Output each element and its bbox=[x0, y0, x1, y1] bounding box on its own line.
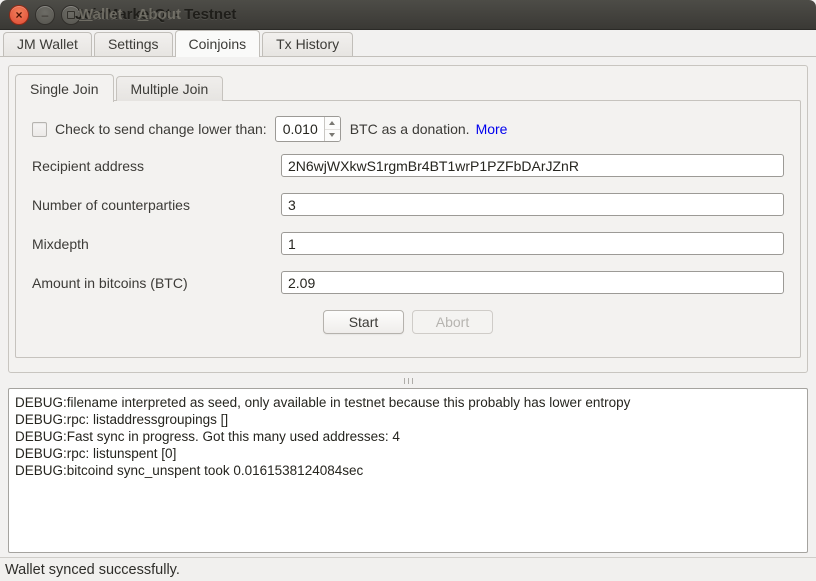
donation-row: Check to send change lower than: BTC as … bbox=[32, 115, 784, 143]
spin-up-icon bbox=[329, 121, 335, 125]
joinmarket-window: × – JoinMarketQt - Testnet Wallet About … bbox=[0, 0, 816, 581]
menu-wallet[interactable]: Wallet bbox=[79, 0, 123, 30]
mixdepth-input[interactable] bbox=[281, 232, 784, 255]
statusbar: Wallet synced successfully. bbox=[0, 557, 816, 581]
donation-more-link[interactable]: More bbox=[476, 121, 508, 137]
donation-amount-input[interactable] bbox=[276, 117, 324, 141]
recipient-address-row: Recipient address bbox=[32, 154, 784, 177]
log-line: DEBUG:rpc: listaddressgroupings [] bbox=[15, 411, 801, 428]
tab-settings[interactable]: Settings bbox=[94, 32, 173, 56]
join-mode-tabbar: Single Join Multiple Join bbox=[15, 74, 807, 101]
menubar: Wallet About bbox=[79, 0, 181, 30]
maximize-square-icon bbox=[67, 11, 75, 19]
tab-single-join[interactable]: Single Join bbox=[15, 74, 114, 102]
window-controls: × – bbox=[9, 5, 81, 25]
abort-button[interactable]: Abort bbox=[412, 310, 493, 334]
tab-coinjoins[interactable]: Coinjoins bbox=[175, 30, 261, 57]
donation-checkbox-label: Check to send change lower than: bbox=[55, 121, 267, 137]
debug-log[interactable]: DEBUG:filename interpreted as seed, only… bbox=[8, 388, 808, 553]
minimize-window-icon[interactable]: – bbox=[35, 5, 55, 25]
single-join-panel: Check to send change lower than: BTC as … bbox=[15, 100, 801, 358]
spin-down-icon bbox=[329, 133, 335, 137]
donation-suffix-label: BTC as a donation. bbox=[350, 121, 470, 137]
log-line: DEBUG:Fast sync in progress. Got this ma… bbox=[15, 428, 801, 445]
tab-tx-history[interactable]: Tx History bbox=[262, 32, 353, 56]
donation-checkbox[interactable] bbox=[32, 122, 47, 137]
spin-buttons bbox=[324, 117, 340, 141]
amount-row: Amount in bitcoins (BTC) bbox=[32, 271, 784, 294]
main-tabbar: JM Wallet Settings Coinjoins Tx History bbox=[0, 30, 816, 57]
tab-jm-wallet[interactable]: JM Wallet bbox=[3, 32, 92, 56]
titlebar[interactable]: × – JoinMarketQt - Testnet Wallet About bbox=[0, 0, 816, 30]
recipient-address-input[interactable] bbox=[281, 154, 784, 177]
counterparties-input[interactable] bbox=[281, 193, 784, 216]
donation-amount-spinbox bbox=[275, 116, 341, 142]
coinjoins-page: Single Join Multiple Join Check to send … bbox=[0, 57, 816, 553]
status-text: Wallet synced successfully. bbox=[5, 562, 180, 578]
mixdepth-row: Mixdepth bbox=[32, 232, 784, 255]
spin-down-button[interactable] bbox=[325, 129, 340, 142]
mixdepth-label: Mixdepth bbox=[32, 236, 281, 252]
recipient-address-label: Recipient address bbox=[32, 158, 281, 174]
amount-label: Amount in bitcoins (BTC) bbox=[32, 275, 281, 291]
action-buttons: Start Abort bbox=[32, 310, 784, 334]
coinjoin-groupbox: Single Join Multiple Join Check to send … bbox=[8, 65, 808, 373]
start-button[interactable]: Start bbox=[323, 310, 404, 334]
splitter-handle[interactable] bbox=[8, 373, 808, 388]
menu-about[interactable]: About bbox=[138, 0, 181, 30]
counterparties-label: Number of counterparties bbox=[32, 197, 281, 213]
close-window-icon[interactable]: × bbox=[9, 5, 29, 25]
counterparties-row: Number of counterparties bbox=[32, 193, 784, 216]
tab-multiple-join[interactable]: Multiple Join bbox=[116, 76, 224, 101]
log-line: DEBUG:bitcoind sync_unspent took 0.01615… bbox=[15, 462, 801, 479]
log-line: DEBUG:filename interpreted as seed, only… bbox=[15, 394, 801, 411]
log-line: DEBUG:rpc: listunspent [0] bbox=[15, 445, 801, 462]
amount-input[interactable] bbox=[281, 271, 784, 294]
spin-up-button[interactable] bbox=[325, 117, 340, 129]
